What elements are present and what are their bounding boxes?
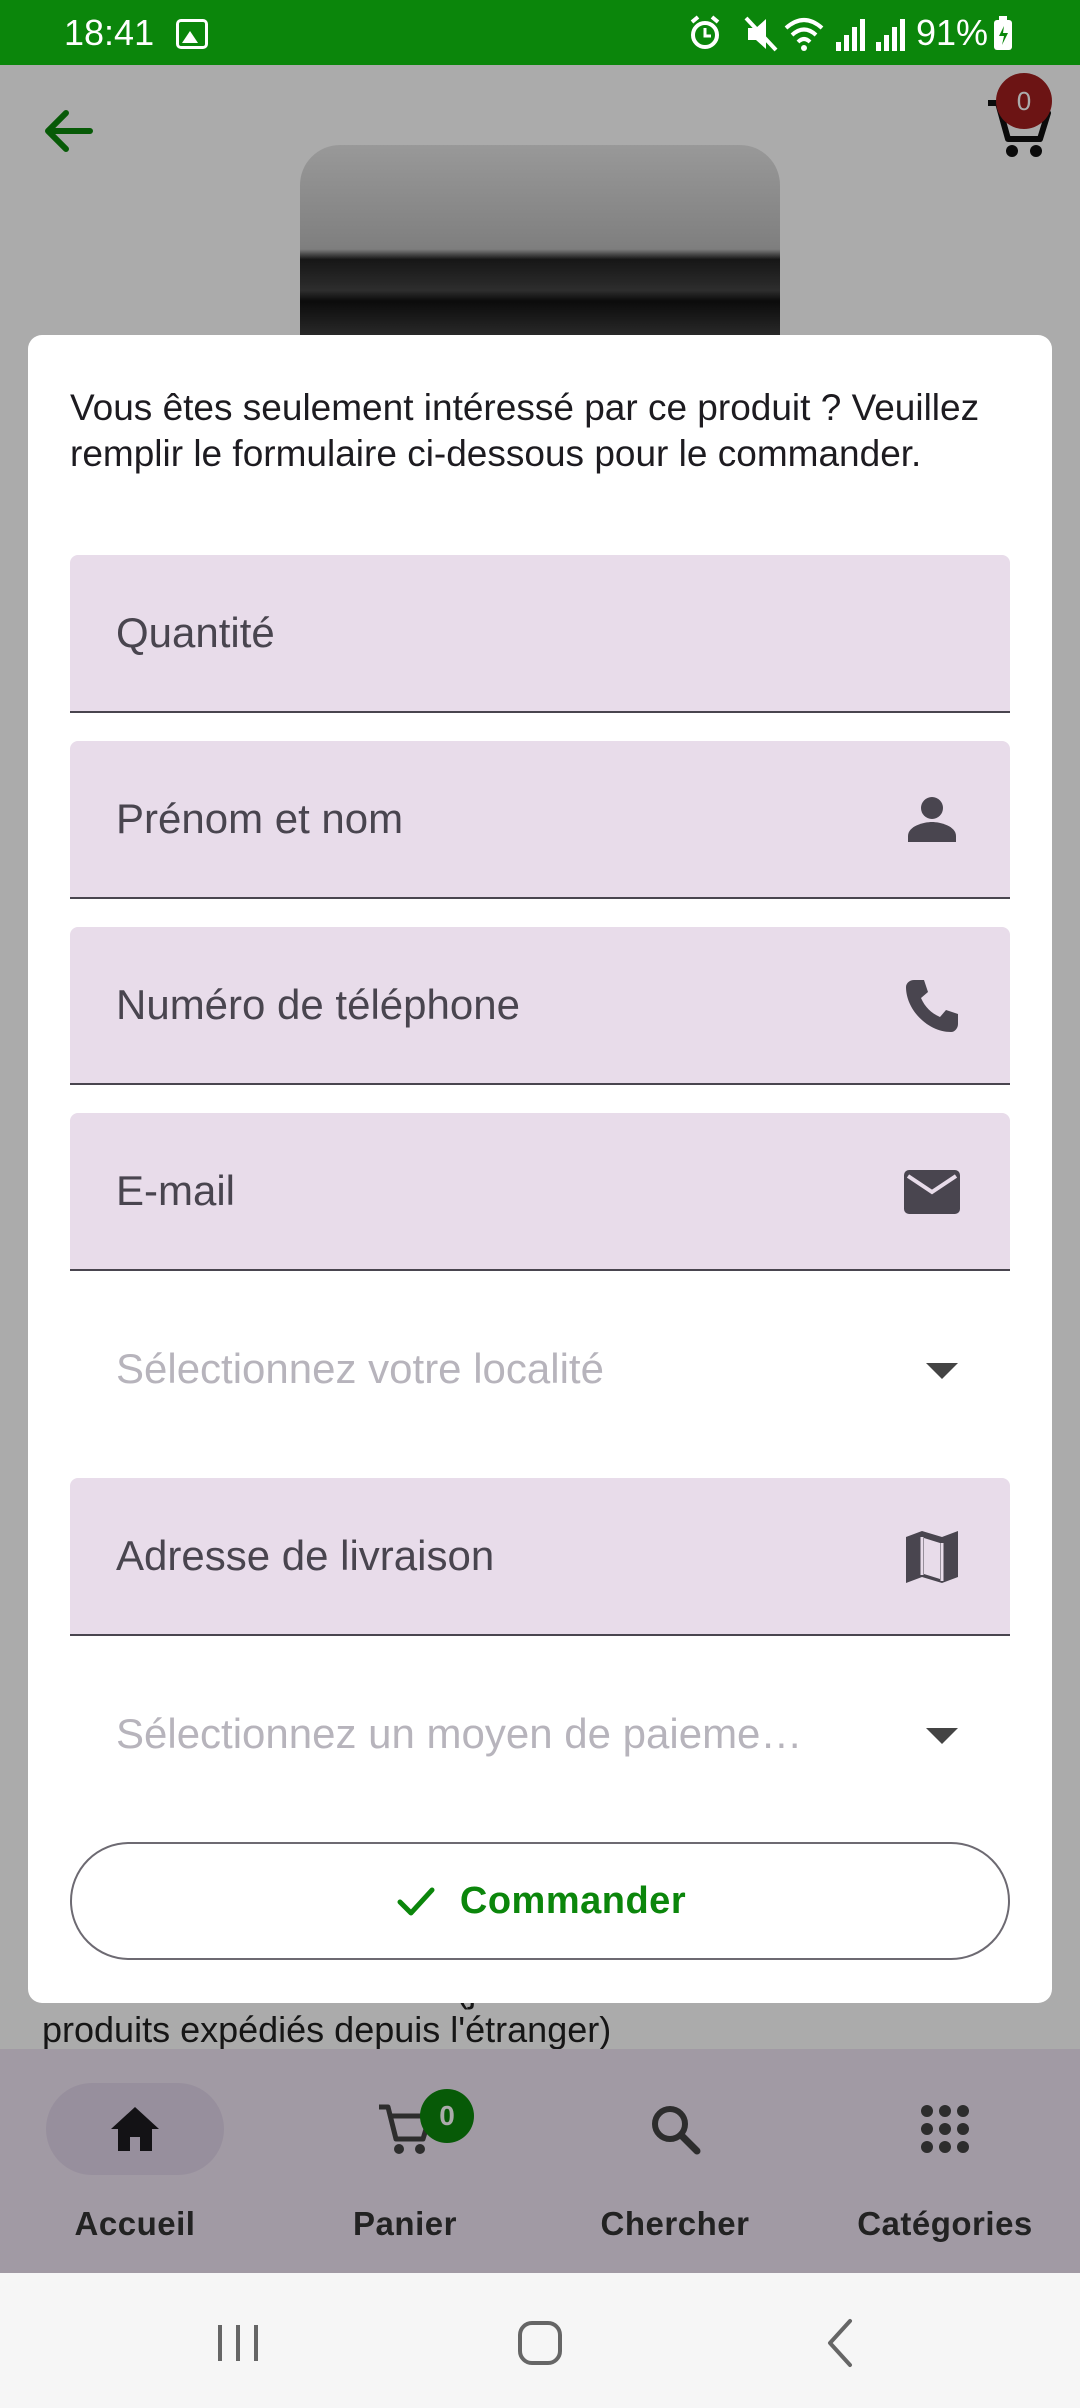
order-button[interactable]: Commander <box>70 1842 1010 1960</box>
order-form-dialog: Vous êtes seulement intéressé par ce pro… <box>28 335 1052 2003</box>
locality-select[interactable]: Sélectionnez votre localité <box>70 1307 1010 1427</box>
phone-icon <box>906 980 958 1032</box>
status-bar: 18:41 91% <box>0 0 1080 65</box>
battery-icon <box>994 16 1012 50</box>
signal-icon-1 <box>836 19 865 51</box>
email-input[interactable] <box>70 1113 1010 1269</box>
quantity-field[interactable] <box>70 555 1010 713</box>
dialog-intro-text: Vous êtes seulement intéressé par ce pro… <box>70 387 980 474</box>
back-icon[interactable] <box>802 2303 882 2383</box>
phone-input[interactable] <box>70 927 1010 1083</box>
wifi-icon <box>784 18 824 51</box>
name-field[interactable] <box>70 741 1010 899</box>
alarm-icon <box>690 15 720 49</box>
signal-icon-2 <box>876 19 905 51</box>
system-navigation-bar <box>0 2273 1080 2408</box>
address-input[interactable] <box>70 1478 1010 1634</box>
gallery-notification-icon <box>176 19 208 49</box>
map-icon <box>906 1531 958 1583</box>
payment-select-value: Sélectionnez un moyen de paieme… <box>116 1710 803 1757</box>
email-field[interactable] <box>70 1113 1010 1271</box>
dropdown-caret-icon <box>926 1363 958 1379</box>
phone-field[interactable] <box>70 927 1010 1085</box>
address-field[interactable] <box>70 1478 1010 1636</box>
quantity-input[interactable] <box>70 555 1010 711</box>
recents-icon[interactable] <box>198 2303 278 2383</box>
check-icon <box>397 1887 435 1916</box>
order-button-label: Commander <box>459 1879 687 1922</box>
status-time: 18:41 <box>64 12 155 53</box>
battery-percentage: 91% <box>916 12 989 53</box>
person-icon <box>908 797 956 842</box>
locality-select-value: Sélectionnez votre localité <box>116 1345 604 1392</box>
mail-icon <box>904 1170 960 1214</box>
name-input[interactable] <box>70 741 1010 897</box>
home-button-icon[interactable] <box>500 2303 580 2383</box>
dropdown-caret-icon <box>926 1728 958 1744</box>
payment-select[interactable]: Sélectionnez un moyen de paieme… <box>70 1672 1010 1792</box>
mute-icon <box>744 16 778 52</box>
